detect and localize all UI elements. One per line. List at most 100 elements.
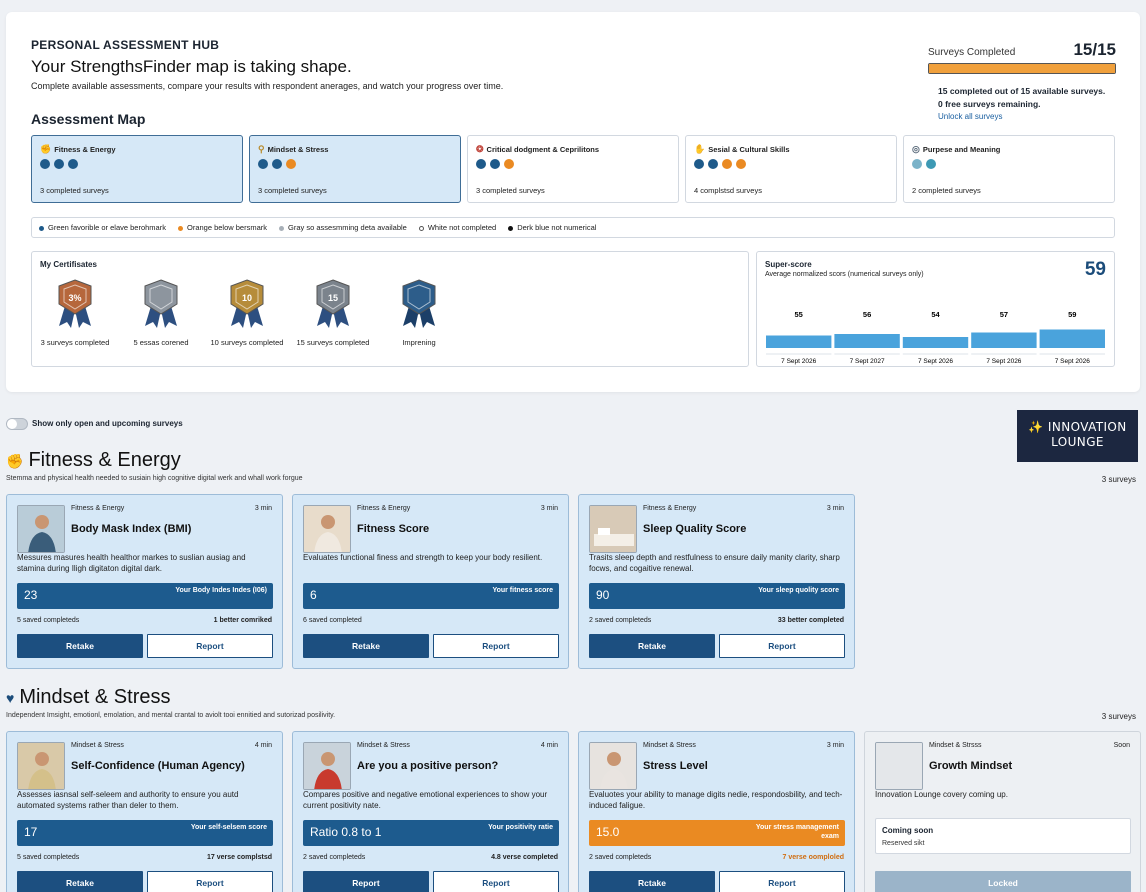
innovation-lounge-logo[interactable]: ✨ INNOVATION LOUNGE <box>1017 410 1138 462</box>
score-bar: 17 Your self-selsem score <box>17 820 273 846</box>
retake-button[interactable]: Retake <box>17 634 143 658</box>
report-button[interactable]: Report <box>719 634 845 658</box>
category-card[interactable]: ⚲ Mindset & Stress 3 completed surveys <box>249 135 461 203</box>
superscore-bar <box>766 335 832 348</box>
certificate-label: 3 surveys completed <box>40 338 110 347</box>
legend-dot <box>39 225 44 231</box>
coming-soon-subtitle: Reserved sikt <box>882 840 925 847</box>
retake-button[interactable]: Retake <box>589 634 715 658</box>
locked-button[interactable]: Locked <box>875 871 1131 892</box>
survey-duration: 3 min <box>826 742 844 749</box>
category-count: 3 completed surveys <box>40 186 109 195</box>
certificates-title: My Certifisates <box>40 260 97 269</box>
superscore-date-label: 7 Sept 2026 <box>781 358 816 365</box>
survey-category: Fitness & Energy <box>643 505 697 512</box>
category-card[interactable]: ❂ Critical dodgment & Ceprilitons 3 comple… <box>467 135 679 203</box>
category-card[interactable]: ✋ Sesial & Cultural Skills 4 complstsd sur… <box>685 135 897 203</box>
score-bar: 90 Your sleep quolity score <box>589 583 845 609</box>
saved-count: 2 saved completeds <box>589 617 652 624</box>
superscore-bar-value: 57 <box>1000 310 1008 319</box>
survey-category: Fitness & Energy <box>71 505 125 512</box>
compass-icon: ◎ <box>912 144 920 154</box>
certificate[interactable]: 3% 3 surveys completed <box>32 278 118 347</box>
status-dot <box>54 159 64 169</box>
certificate[interactable]: 15 15 surveys completed <box>290 278 376 347</box>
survey-duration: Soon <box>1113 742 1130 749</box>
person-icon <box>590 743 636 789</box>
category-name: ⚲ Mindset & Stress <box>258 144 328 155</box>
status-dot <box>912 159 922 169</box>
report-button[interactable]: Report <box>303 871 429 892</box>
saved-count: 5 saved completeds <box>17 617 80 624</box>
progress-count: 15/15 <box>1073 40 1116 59</box>
rctake-button[interactable]: Rctake <box>589 871 715 892</box>
survey-category: Mindset & Stress <box>71 742 124 749</box>
survey-card[interactable]: Fitness & Energy 3 min Fitness Score Evalua… <box>292 494 569 669</box>
retake-button[interactable]: Retake <box>17 871 143 892</box>
show-open-toggle[interactable] <box>6 418 28 430</box>
retake-button[interactable]: Retake <box>303 634 429 658</box>
comparison-count: 7 verse oomploled <box>782 854 844 861</box>
report-button[interactable]: Report <box>147 871 273 892</box>
certificates-panel: My Certifisates 3% 3 surveys completed 5 e… <box>31 251 749 367</box>
report-button[interactable]: Report <box>719 871 845 892</box>
legend-dot <box>279 225 285 231</box>
progress-bar-fill <box>929 64 1115 73</box>
coming-soon-box: Coming soon Reserved sikt <box>875 818 1131 854</box>
report-button[interactable]: Report <box>433 634 559 658</box>
status-dot <box>504 159 514 169</box>
certificate-label: 10 surveys completed <box>210 338 284 347</box>
survey-duration: 3 min <box>826 505 844 512</box>
score-value: 90 <box>596 588 610 602</box>
superscore-date-label: 7 Sept 2026 <box>1055 358 1090 365</box>
category-count: 4 complstsd surveys <box>694 186 762 195</box>
legend-dot <box>418 225 424 231</box>
report-button[interactable]: Report <box>147 634 273 658</box>
saved-count: 6 saved completed <box>303 617 362 624</box>
report-button[interactable]: Report <box>433 871 559 892</box>
legend-dot <box>508 225 514 231</box>
map-legend: Green favorible or elave berohmark Orange… <box>31 217 1115 238</box>
legend-item: Gray so assesmming deta available <box>279 223 407 232</box>
survey-card[interactable]: Fitness & Energy 3 min Body Mask Index (BM… <box>6 494 283 669</box>
score-bar: 6 Your fitness score <box>303 583 559 609</box>
bed-icon <box>590 506 636 552</box>
toggle-knob <box>7 419 17 429</box>
survey-card[interactable]: Mindset & Strsss Soon Growth Mindset Innova… <box>864 731 1141 892</box>
certificate-label: 5 essas corened <box>133 338 189 347</box>
category-label: Mindset & Stress <box>267 145 329 154</box>
survey-thumbnail <box>589 742 637 790</box>
survey-card[interactable]: Mindset & Stress 3 min Stress Level Evaluot… <box>578 731 855 892</box>
category-card[interactable]: ◎ Purpese and Meaning 2 completed surveys <box>903 135 1115 203</box>
status-dot <box>40 159 50 169</box>
category-label: Fitness & Energy <box>54 145 116 154</box>
status-dot <box>926 159 936 169</box>
survey-card[interactable]: Fitness & Energy 3 min Sleep Quality Score… <box>578 494 855 669</box>
survey-card[interactable]: Mindset & Stress 4 min Are you a positive … <box>292 731 569 892</box>
survey-thumbnail <box>875 742 923 790</box>
person-icon <box>304 743 350 789</box>
survey-title: Self-Confidence (Human Agency) <box>71 760 245 772</box>
lounge-line2: LOUNGE <box>1051 435 1104 449</box>
survey-description: Evaluotes your ability to manage digits … <box>589 790 843 810</box>
superscore-bar-value: 54 <box>931 310 940 319</box>
category-card[interactable]: ✊ Fitness & Energy 3 completed surveys <box>31 135 243 203</box>
score-label: Your positivity ratie <box>488 824 553 831</box>
status-dot <box>694 159 704 169</box>
survey-card[interactable]: Mindset & Stress 4 min Self-Confidence (Hu… <box>6 731 283 892</box>
unlock-all-link[interactable]: Unlock all surveys <box>938 112 1116 121</box>
certificate[interactable]: Imprening <box>376 278 462 347</box>
category-dots <box>476 159 514 169</box>
category-name: ✋ Sesial & Cultural Skills <box>694 144 790 155</box>
hub-eyebrow: PERSONAL ASSESSMENT HUB <box>31 38 220 52</box>
score-value: 23 <box>24 588 38 602</box>
category-count: 3 completed surveys <box>258 186 327 195</box>
certificate[interactable]: 5 essas corened <box>118 278 204 347</box>
category-count: 2 completed surveys <box>912 186 981 195</box>
certificate[interactable]: 10 10 surveys completed <box>204 278 290 347</box>
survey-thumbnail <box>589 505 637 553</box>
survey-category: Mindset & Stress <box>357 742 410 749</box>
category-dots <box>694 159 746 169</box>
superscore-date-label: 7 Sept 2027 <box>850 358 885 365</box>
legend-label: White not completed <box>427 223 497 232</box>
